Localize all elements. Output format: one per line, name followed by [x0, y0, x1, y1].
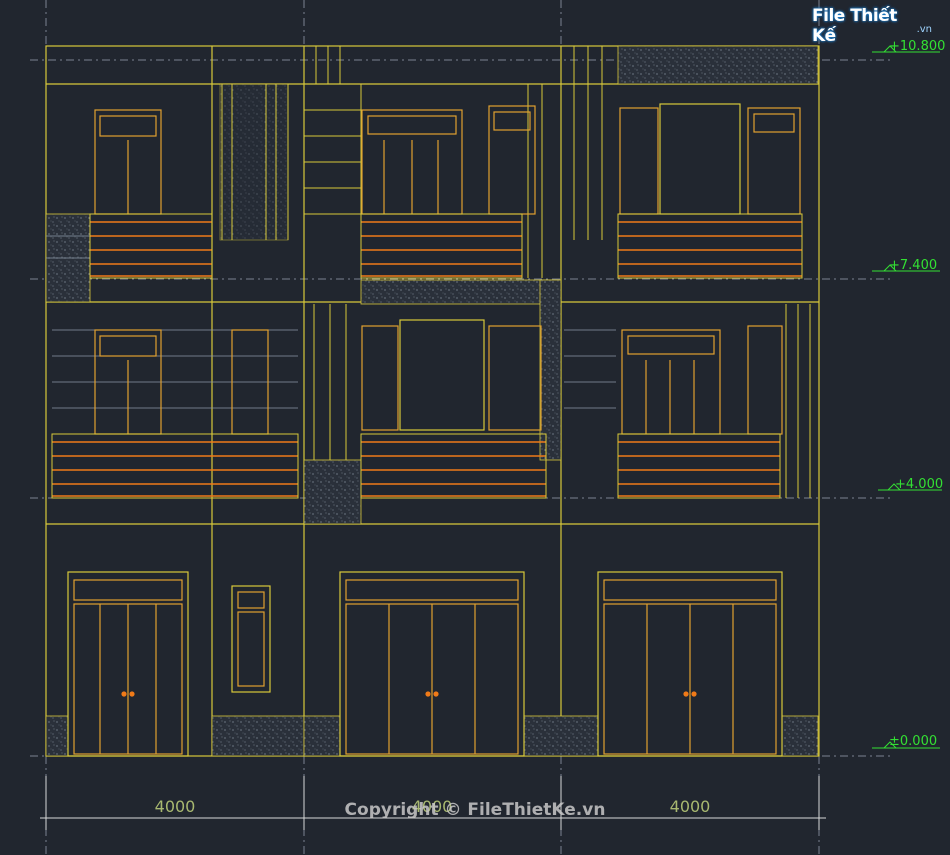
wall-stripes [46, 235, 616, 409]
dimension-label: 4000 [670, 797, 711, 816]
upper-openings [94, 103, 801, 435]
level-marker: ±0.000 [872, 734, 940, 749]
level-label: ±0.000 [889, 734, 937, 749]
logo-suffix: .vn [916, 23, 932, 35]
level-marker: +7.400 [872, 258, 940, 273]
logo-text: File Thiết Kế [812, 6, 897, 46]
site-logo: File Thiết Kế .vn [812, 6, 932, 46]
level-label: +4.000 [895, 477, 943, 492]
ground-doors [67, 571, 783, 757]
dimension-line: 4000 4000 4000 [40, 776, 826, 830]
level-marker: +4.000 [878, 477, 943, 492]
dimension-label: 4000 [155, 797, 196, 816]
level-markers: +10.800 +7.400 +4.000 ±0.000 [872, 39, 945, 749]
level-label: +7.400 [889, 258, 937, 273]
elevation-drawing: +10.800 +7.400 +4.000 ±0.000 4000 4000 4… [30, 0, 945, 855]
axis-lines [30, 0, 890, 855]
dimension-label: 4000 [412, 797, 453, 816]
